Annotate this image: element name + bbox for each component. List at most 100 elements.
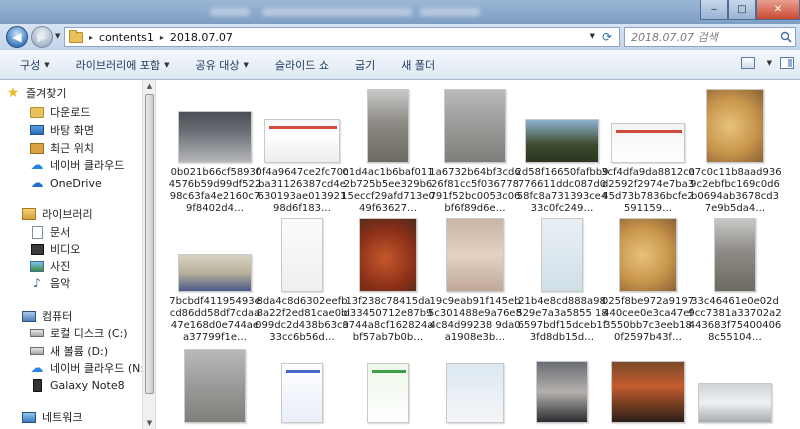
file-name[interactable]: 01d4ac1b6baf0112b725b5ee329b615eccf29afd… xyxy=(341,167,435,215)
scroll-up-icon[interactable]: ▲ xyxy=(143,80,155,92)
history-dropdown-icon[interactable]: ▼ xyxy=(55,32,60,40)
image-thumbnail[interactable] xyxy=(706,89,764,163)
file-name[interactable]: 21b4e8cd888a98529e7a3a5855 186597bdf15dc… xyxy=(515,296,609,344)
search-icon[interactable] xyxy=(780,31,792,43)
thumbnail-accent xyxy=(372,370,406,373)
back-button[interactable]: ◀ xyxy=(6,26,28,48)
image-thumbnail[interactable] xyxy=(178,111,252,163)
image-thumbnail[interactable] xyxy=(541,218,583,292)
nav-label: 네이버 클라우드 (N:) xyxy=(50,362,149,375)
nav-new-volume[interactable]: 새 볼륨 (D:) xyxy=(30,342,108,360)
file-name[interactable]: 025f8be972a9197440cee0e3ca47ef3550bb7c3e… xyxy=(601,296,695,344)
nav-computer[interactable]: 컴퓨터 xyxy=(22,307,72,325)
change-view-icon[interactable] xyxy=(740,57,755,69)
image-thumbnail[interactable] xyxy=(536,361,588,423)
image-thumbnail[interactable] xyxy=(611,361,685,423)
burn-button[interactable]: 굽기 xyxy=(345,54,385,76)
star-icon: ★ xyxy=(6,85,20,101)
nav-label: 네이버 클라우드 xyxy=(50,159,125,172)
nav-local-disk[interactable]: 로컬 디스크 (C:) xyxy=(30,324,128,342)
nav-scrollbar[interactable]: ▲ ▼ xyxy=(142,80,155,429)
scrollbar-thumb[interactable] xyxy=(145,94,154,394)
file-view: 0b021b66cf5893f4576b59d99df52298c63fa4e2… xyxy=(157,80,800,429)
nav-naver-cloud[interactable]: ☁ 네이버 클라우드 xyxy=(30,156,125,174)
scroll-down-icon[interactable]: ▼ xyxy=(143,417,155,429)
preview-pane-icon[interactable] xyxy=(780,57,794,69)
file-name[interactable]: 1a6732b64bf3cd626f81cc5f036778791f52bc00… xyxy=(428,167,522,215)
image-thumbnail[interactable] xyxy=(178,254,252,292)
file-name[interactable]: 8da4c8d6302eefb8a22f2ed81cae0b099dc2d438… xyxy=(255,296,349,344)
thumbnail-frame xyxy=(174,85,256,163)
thumbnail-frame xyxy=(521,214,603,292)
thumbnail-frame xyxy=(174,214,256,292)
image-thumbnail[interactable] xyxy=(359,218,417,292)
image-thumbnail[interactable] xyxy=(281,218,323,292)
slideshow-button[interactable]: 슬라이드 쇼 xyxy=(265,54,339,76)
nav-downloads[interactable]: 다운로드 xyxy=(30,103,90,121)
image-thumbnail[interactable] xyxy=(367,89,409,163)
organize-menu[interactable]: 구성 ▼ xyxy=(10,54,60,76)
image-thumbnail[interactable] xyxy=(367,363,409,423)
thumbnail-frame xyxy=(261,85,343,163)
maximize-button[interactable]: □ xyxy=(728,0,756,20)
image-thumbnail[interactable] xyxy=(619,218,677,292)
view-dropdown-icon[interactable]: ▼ xyxy=(767,59,772,67)
file-name[interactable]: 13f238c78415da d33450712e87b9a744a8cf162… xyxy=(341,296,435,344)
refresh-icon[interactable]: ⟳ xyxy=(599,29,615,45)
nav-label: 컴퓨터 xyxy=(42,310,73,323)
thumbnail-frame xyxy=(434,214,516,292)
breadcrumb-separator[interactable]: ▸ xyxy=(160,33,164,42)
breadcrumb-date-folder[interactable]: 2018.07.07 xyxy=(170,31,233,44)
file-name[interactable]: 19c9eab91f145eb5c301488e9a76e84c84d99238… xyxy=(428,296,522,344)
image-thumbnail[interactable] xyxy=(611,123,685,163)
search-box[interactable]: 2018.07.07 검색 xyxy=(624,27,796,47)
pictures-icon xyxy=(30,260,44,272)
nav-naver-cloud-drive[interactable]: ☁ 네이버 클라우드 (N:) xyxy=(30,359,149,377)
image-thumbnail[interactable] xyxy=(184,349,246,423)
nav-desktop[interactable]: 바탕 화면 xyxy=(30,121,94,139)
file-name[interactable]: 07c0c11b8aad9369c2ebfbc169c0d6b0694ab367… xyxy=(688,167,782,215)
thumbnail-accent xyxy=(269,126,337,129)
file-name[interactable]: 7bcbdf41195493ecd86dd58df7cdaa47e168d0e7… xyxy=(168,296,262,344)
nav-network[interactable]: 네트워크 xyxy=(22,408,82,426)
image-thumbnail[interactable] xyxy=(698,383,772,423)
file-name[interactable]: 0f4a9647ce2fc70cba31126387cd4e630193ae01… xyxy=(255,167,349,215)
image-thumbnail[interactable] xyxy=(446,218,504,292)
image-thumbnail[interactable] xyxy=(264,119,340,163)
nav-recent[interactable]: 최근 위치 xyxy=(30,139,94,157)
file-name[interactable]: 2d58f16650fafbb9776611ddc087d058fc8a7313… xyxy=(515,167,609,215)
image-thumbnail[interactable] xyxy=(525,119,599,163)
image-thumbnail[interactable] xyxy=(714,218,756,292)
address-dropdown-icon[interactable]: ▼ xyxy=(590,32,595,40)
nav-documents[interactable]: 문서 xyxy=(30,223,70,241)
nav-libraries[interactable]: 라이브러리 xyxy=(22,205,93,223)
minimize-button[interactable]: ‒ xyxy=(700,0,728,20)
dropdown-arrow-icon: ▼ xyxy=(164,60,170,69)
file-name[interactable]: 0b021b66cf5893f4576b59d99df52298c63fa4e2… xyxy=(168,167,262,215)
nav-label: 로컬 디스크 (C:) xyxy=(50,327,128,340)
forward-button[interactable]: ▶ xyxy=(31,26,53,48)
nav-favorites[interactable]: ★ 즐겨찾기 xyxy=(6,84,67,102)
file-name[interactable]: 33c46461e0e02d9cc7381a33702a2443683f7540… xyxy=(688,296,782,344)
address-bar[interactable]: ▸ contents1 ▸ 2018.07.07 ▼ ⟳ xyxy=(64,27,620,47)
include-in-library-menu[interactable]: 라이브러리에 포함 ▼ xyxy=(66,54,180,76)
close-button[interactable]: ✕ xyxy=(756,0,800,20)
share-with-menu[interactable]: 공유 대상 ▼ xyxy=(186,54,259,76)
image-thumbnail[interactable] xyxy=(444,89,506,163)
nav-onedrive[interactable]: ☁ OneDrive xyxy=(30,174,102,192)
file-name[interactable]: 3cf4dfa9da8812cad2592f2974e7ba345d73b783… xyxy=(601,167,695,215)
thumbnail-frame xyxy=(521,345,603,423)
navigation-pane: ★ 즐겨찾기 다운로드 바탕 화면 최근 위치 ☁ 네이버 클라우드 ☁ OneDri… xyxy=(0,80,156,429)
nav-videos[interactable]: 비디오 xyxy=(30,240,80,258)
nav-music[interactable]: ♪ 음악 xyxy=(30,274,70,292)
new-folder-button[interactable]: 새 폴더 xyxy=(391,54,445,76)
drive-icon xyxy=(30,347,44,355)
breadcrumb-contents1[interactable]: contents1 xyxy=(99,31,154,44)
image-thumbnail[interactable] xyxy=(446,363,504,423)
search-placeholder[interactable]: 2018.07.07 검색 xyxy=(631,29,718,45)
image-thumbnail[interactable] xyxy=(281,363,323,423)
nav-label: 바탕 화면 xyxy=(50,124,94,137)
breadcrumb-separator[interactable]: ▸ xyxy=(89,33,93,42)
nav-galaxy-note8[interactable]: Galaxy Note8 xyxy=(30,376,125,394)
nav-pictures[interactable]: 사진 xyxy=(30,257,70,275)
